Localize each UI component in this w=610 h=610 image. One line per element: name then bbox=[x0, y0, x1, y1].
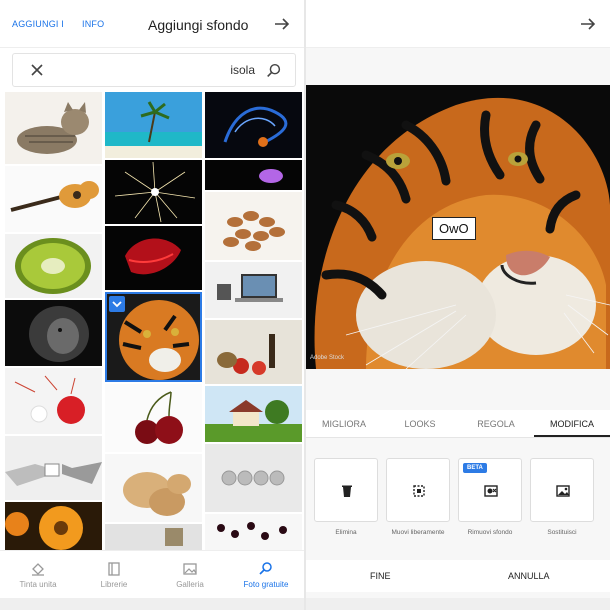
replace-label: Sostituisci bbox=[547, 529, 577, 536]
search-bar[interactable]: isola bbox=[12, 53, 296, 87]
move-freely-label: Muovi liberamente bbox=[391, 529, 445, 536]
photo-cherries[interactable] bbox=[105, 384, 202, 452]
photo-red-fish[interactable] bbox=[105, 226, 202, 290]
photo-christmas-ornament[interactable] bbox=[5, 368, 102, 434]
photo-puzzle-hands[interactable] bbox=[5, 436, 102, 500]
photo-kiwi[interactable] bbox=[5, 234, 102, 298]
source-tab-bar: Tinta unita Librerie Galleria Foto gratu… bbox=[0, 550, 304, 598]
trash-icon bbox=[342, 485, 352, 497]
add-link[interactable]: AGGIUNGI I bbox=[12, 19, 64, 29]
photo-tiger-selected[interactable] bbox=[105, 292, 202, 382]
tab-looks[interactable]: LOOKS bbox=[382, 410, 458, 437]
tab-label: Librerie bbox=[100, 579, 128, 589]
search-input[interactable]: isola bbox=[230, 63, 255, 77]
photo-purple-flower[interactable] bbox=[205, 160, 302, 190]
text-overlay[interactable]: OwO bbox=[432, 217, 476, 240]
photo-orange-flower[interactable] bbox=[5, 502, 102, 550]
photo-cat[interactable] bbox=[5, 92, 102, 164]
remove-background-action[interactable]: BETA Rimuovi sfondo bbox=[458, 458, 522, 537]
photo-laptop-desk[interactable] bbox=[205, 262, 302, 318]
photo-island-beach[interactable] bbox=[105, 92, 202, 158]
arrow-right-icon[interactable] bbox=[578, 14, 598, 34]
move-free-icon bbox=[413, 485, 425, 497]
cancel-button[interactable]: ANNULLA bbox=[508, 571, 550, 581]
search-icon[interactable] bbox=[265, 62, 283, 80]
tab-label: Tinta unita bbox=[19, 579, 57, 589]
paint-bucket-icon bbox=[32, 562, 44, 576]
page-title: Aggiungi sfondo bbox=[148, 17, 249, 33]
photo-misc[interactable] bbox=[105, 524, 202, 550]
move-freely-button[interactable] bbox=[386, 458, 450, 522]
tab-edit[interactable]: MODIFICA bbox=[534, 410, 610, 437]
editor-panel: OwO Adobe Stock MIGLIORA LOOKS REGOLA MO… bbox=[306, 0, 610, 610]
move-freely-action[interactable]: Muovi liberamente bbox=[386, 458, 450, 537]
replace-action[interactable]: Sostituisci bbox=[530, 458, 594, 537]
tab-free-photos[interactable]: Foto gratuite bbox=[228, 551, 304, 598]
gallery-icon bbox=[183, 562, 197, 575]
photo-guitar[interactable] bbox=[5, 166, 102, 232]
tab-label: Galleria bbox=[176, 579, 204, 589]
tab-adjust[interactable]: REGOLA bbox=[458, 410, 534, 437]
photo-sparkler[interactable] bbox=[105, 160, 202, 224]
edit-actions: Elimina Muovi liberamente BETA Rimuovi s… bbox=[306, 458, 610, 548]
background-picker-panel: AGGIUNGI I INFO Aggiungi sfondo isola Ti… bbox=[0, 0, 304, 610]
editor-header bbox=[306, 0, 610, 48]
remove-background-label: Rimuovi sfondo bbox=[467, 529, 513, 536]
info-link[interactable]: INFO bbox=[82, 19, 104, 29]
tab-gallery[interactable]: Galleria bbox=[152, 551, 228, 598]
delete-button[interactable] bbox=[314, 458, 378, 522]
beta-badge: BETA bbox=[463, 463, 487, 473]
photo-almonds[interactable] bbox=[205, 192, 302, 260]
photo-glass-jars[interactable] bbox=[205, 444, 302, 512]
remove-background-icon bbox=[484, 485, 498, 497]
editor-footer: FINE ANNULLA bbox=[306, 560, 610, 592]
done-button[interactable]: FINE bbox=[370, 571, 391, 581]
tab-label: Foto gratuite bbox=[243, 579, 289, 589]
close-icon[interactable] bbox=[27, 60, 47, 80]
tab-solid-color[interactable]: Tinta unita bbox=[0, 551, 76, 598]
library-icon bbox=[108, 561, 120, 576]
picker-header: AGGIUNGI I INFO Aggiungi sfondo bbox=[0, 0, 304, 48]
arrow-right-icon[interactable] bbox=[272, 14, 292, 34]
photo-berries[interactable] bbox=[205, 514, 302, 550]
tab-enhance[interactable]: MIGLIORA bbox=[306, 410, 382, 437]
stock-watermark: Adobe Stock bbox=[310, 355, 345, 361]
tab-libraries[interactable]: Librerie bbox=[76, 551, 152, 598]
editor-tabs: MIGLIORA LOOKS REGOLA MODIFICA bbox=[306, 410, 610, 438]
remove-background-button[interactable]: BETA bbox=[458, 458, 522, 522]
selected-check-icon bbox=[109, 296, 125, 312]
photo-vegetables[interactable] bbox=[205, 320, 302, 384]
system-nav-strip bbox=[306, 598, 610, 610]
replace-icon bbox=[556, 485, 570, 497]
photo-cottage[interactable] bbox=[205, 386, 302, 442]
delete-label: Elimina bbox=[335, 529, 357, 536]
photo-blue-smoke[interactable] bbox=[205, 92, 302, 158]
photo-lion[interactable] bbox=[5, 300, 102, 366]
canvas-image-tiger[interactable]: OwO Adobe Stock bbox=[306, 85, 610, 369]
system-nav-strip bbox=[0, 598, 304, 610]
delete-action[interactable]: Elimina bbox=[314, 458, 378, 537]
photo-grid bbox=[0, 90, 304, 550]
photo-potatoes[interactable] bbox=[105, 454, 202, 522]
replace-button[interactable] bbox=[530, 458, 594, 522]
search-icon bbox=[259, 561, 272, 575]
